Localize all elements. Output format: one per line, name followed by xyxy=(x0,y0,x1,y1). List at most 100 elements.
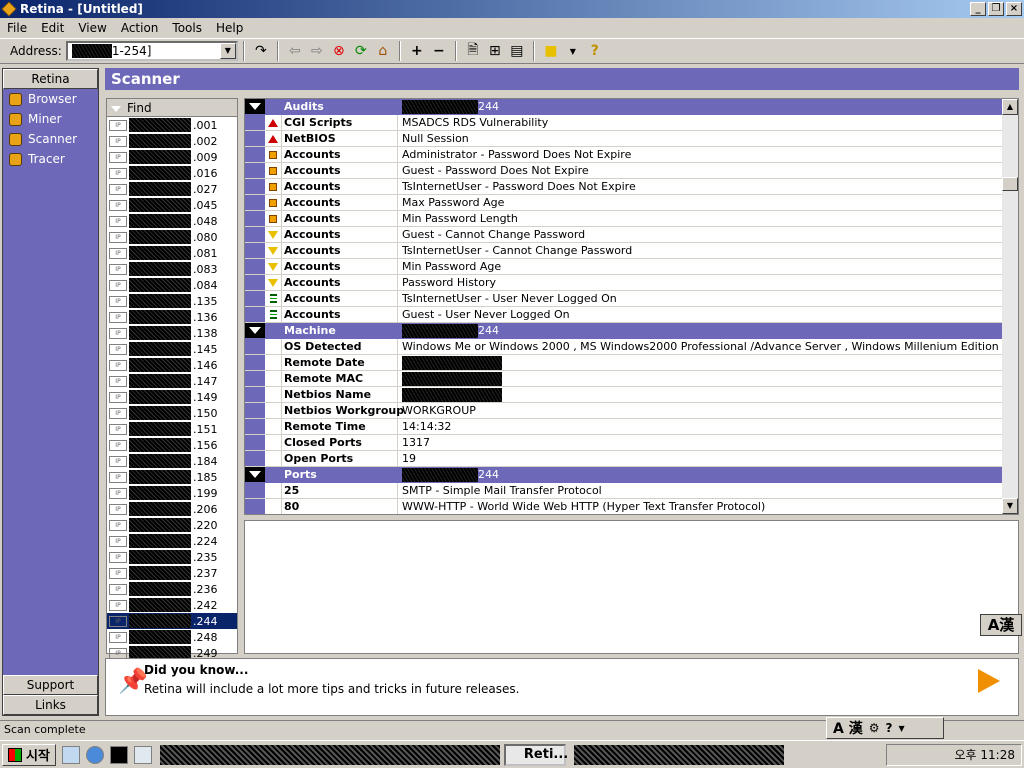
collapse-triangle-icon[interactable] xyxy=(245,99,265,114)
grid-row[interactable]: Closed Ports 1317 xyxy=(245,435,1004,451)
sidebar-item-tracer[interactable]: Tracer xyxy=(3,149,98,169)
close-button[interactable]: × xyxy=(1006,2,1022,16)
next-tip-arrow-icon[interactable] xyxy=(978,669,1000,693)
host-list-item[interactable]: IP .135 xyxy=(107,293,237,309)
grid-row[interactable]: Remote Date xyxy=(245,355,1004,371)
ime-settings-icon[interactable]: ⚙ xyxy=(869,721,880,735)
minimize-button[interactable]: _ xyxy=(970,2,986,16)
help-icon[interactable]: ? xyxy=(584,41,606,61)
host-list-item[interactable]: IP .001 xyxy=(107,117,237,133)
grid-scrollbar[interactable]: ▲ ▼ xyxy=(1002,99,1018,514)
host-list-item[interactable]: IP .146 xyxy=(107,357,237,373)
sidebar-links-button[interactable]: Links xyxy=(3,695,98,715)
ie-quicklaunch-icon[interactable] xyxy=(85,745,104,764)
host-list-item[interactable]: IP .027 xyxy=(107,181,237,197)
cmd-quicklaunch-icon[interactable] xyxy=(109,745,128,764)
sidebar-item-browser[interactable]: Browser xyxy=(3,89,98,109)
host-list-item[interactable]: IP .237 xyxy=(107,565,237,581)
grid-row[interactable]: Netbios Name xyxy=(245,387,1004,403)
home-icon[interactable]: ⌂ xyxy=(372,41,394,61)
grid-row[interactable]: Accounts Administrator - Password Does No… xyxy=(245,147,1004,163)
host-list-item[interactable]: IP .156 xyxy=(107,437,237,453)
print-preview-icon[interactable]: 🗎 xyxy=(462,41,484,61)
menu-help[interactable]: Help xyxy=(209,21,250,35)
ime-help-icon[interactable]: ? xyxy=(885,721,892,735)
host-list-item[interactable]: IP .009 xyxy=(107,149,237,165)
remove-icon[interactable]: − xyxy=(428,41,450,61)
host-list-item[interactable]: IP .199 xyxy=(107,485,237,501)
scroll-down-button[interactable]: ▼ xyxy=(1002,498,1018,514)
sidebar-item-miner[interactable]: Miner xyxy=(3,109,98,129)
grid-row[interactable]: Accounts Guest - Password Does Not Expire xyxy=(245,163,1004,179)
grid-row[interactable]: Remote MAC xyxy=(245,371,1004,387)
collapse-triangle-icon[interactable] xyxy=(245,467,265,482)
host-list-item[interactable]: IP .224 xyxy=(107,533,237,549)
desktop-quicklaunch-icon[interactable] xyxy=(61,745,80,764)
menu-view[interactable]: View xyxy=(71,21,113,35)
add-icon[interactable]: + xyxy=(406,41,428,61)
forward-arrow-icon[interactable]: ⇨ xyxy=(306,41,328,61)
grid-row[interactable]: Accounts Min Password Length xyxy=(245,211,1004,227)
scroll-up-button[interactable]: ▲ xyxy=(1002,99,1018,115)
grid-row[interactable]: Open Ports 19 xyxy=(245,451,1004,467)
host-list-item[interactable]: IP .145 xyxy=(107,341,237,357)
host-list-item[interactable]: IP .048 xyxy=(107,213,237,229)
host-list-item[interactable]: IP .149 xyxy=(107,389,237,405)
host-list-item[interactable]: IP .084 xyxy=(107,277,237,293)
host-list-item[interactable]: IP .150 xyxy=(107,405,237,421)
restore-button[interactable]: ❐ xyxy=(988,2,1004,16)
host-list-item[interactable]: IP .235 xyxy=(107,549,237,565)
host-list-item[interactable]: IP .147 xyxy=(107,373,237,389)
grid-row[interactable]: OS Detected Windows Me or Windows 2000 , … xyxy=(245,339,1004,355)
scroll-thumb[interactable] xyxy=(1002,177,1018,191)
collapse-triangle-icon[interactable] xyxy=(245,323,265,338)
host-list-item[interactable]: IP .248 xyxy=(107,629,237,645)
grid-row[interactable]: 80 WWW-HTTP - World Wide Web HTTP (Hyper … xyxy=(245,499,1004,514)
grid-section-header[interactable]: Ports 244 xyxy=(245,467,1004,483)
grid-section-header[interactable]: Audits 244 xyxy=(245,99,1004,115)
menu-tools[interactable]: Tools xyxy=(165,21,209,35)
host-list-item[interactable]: IP .206 xyxy=(107,501,237,517)
host-list-item[interactable]: IP .083 xyxy=(107,261,237,277)
ime-language-indicator[interactable]: A漢 xyxy=(980,614,1022,636)
refresh-icon[interactable]: ⟳ xyxy=(350,41,372,61)
grid-section-header[interactable]: Machine 244 xyxy=(245,323,1004,339)
network-icon[interactable]: ⊞ xyxy=(484,41,506,61)
properties-icon[interactable]: ▤ xyxy=(506,41,528,61)
grid-row[interactable]: Accounts Guest - Cannot Change Password xyxy=(245,227,1004,243)
grid-row[interactable]: Remote Time 14:14:32 xyxy=(245,419,1004,435)
grid-row[interactable]: Accounts Password History xyxy=(245,275,1004,291)
host-list-item[interactable]: IP .220 xyxy=(107,517,237,533)
menu-file[interactable]: File xyxy=(0,21,34,35)
host-list-item[interactable]: IP .244 xyxy=(107,613,237,629)
stop-icon[interactable]: ⊗ xyxy=(328,41,350,61)
start-button[interactable]: 시작 xyxy=(2,743,56,766)
back-arrow-icon[interactable]: ⇦ xyxy=(284,41,306,61)
new-note-icon[interactable]: ■ xyxy=(540,41,562,61)
host-list-item[interactable]: IP .002 xyxy=(107,133,237,149)
host-list-item[interactable]: IP .184 xyxy=(107,453,237,469)
host-list-item[interactable]: IP .136 xyxy=(107,309,237,325)
ime-toolbar[interactable]: A 漢 ⚙ ? ▼ xyxy=(826,717,944,739)
grid-row[interactable]: Accounts Min Password Age xyxy=(245,259,1004,275)
find-header[interactable]: Find xyxy=(107,99,237,117)
grid-row[interactable]: Accounts TsInternetUser - User Never Logg… xyxy=(245,291,1004,307)
grid-row[interactable]: NetBIOS Null Session xyxy=(245,131,1004,147)
grid-row[interactable]: CGI Scripts MSADCS RDS Vulnerability xyxy=(245,115,1004,131)
grid-row[interactable]: Accounts TsInternetUser - Password Does N… xyxy=(245,179,1004,195)
grid-row[interactable]: 25 SMTP - Simple Mail Transfer Protocol xyxy=(245,483,1004,499)
grid-row[interactable]: Accounts TsInternetUser - Cannot Change P… xyxy=(245,243,1004,259)
host-list-item[interactable]: IP .080 xyxy=(107,229,237,245)
address-dropdown-button[interactable]: ▼ xyxy=(219,43,236,59)
grid-row[interactable]: Netbios Workgroup WORKGROUP xyxy=(245,403,1004,419)
host-list-item[interactable]: IP .138 xyxy=(107,325,237,341)
host-list-item[interactable]: IP .016 xyxy=(107,165,237,181)
address-combobox[interactable]: 1-254] ▼ xyxy=(65,41,238,61)
search-quicklaunch-icon[interactable] xyxy=(133,745,152,764)
sidebar-support-button[interactable]: Support xyxy=(3,675,98,695)
host-list-item[interactable]: IP .242 xyxy=(107,597,237,613)
host-list-item[interactable]: IP .045 xyxy=(107,197,237,213)
taskbar-retina-button[interactable]: Reti... xyxy=(503,743,568,766)
note-dropdown-icon[interactable]: ▼ xyxy=(562,41,584,61)
host-list-item[interactable]: IP .236 xyxy=(107,581,237,597)
